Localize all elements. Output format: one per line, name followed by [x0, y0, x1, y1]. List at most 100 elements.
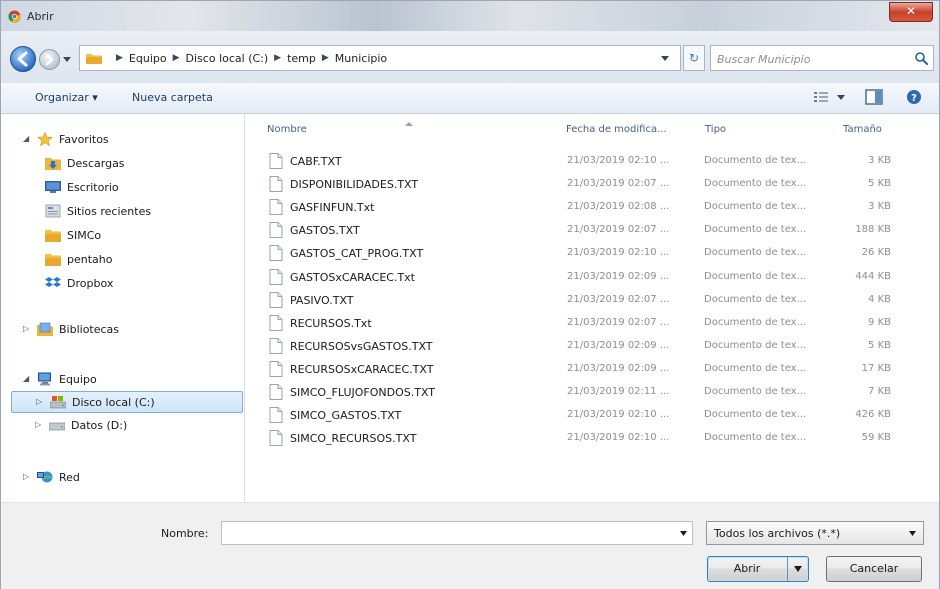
view-options-dropdown-icon[interactable] — [837, 95, 845, 101]
expand-arrow-icon[interactable]: ▷ — [36, 398, 44, 406]
filename-combobox[interactable] — [221, 521, 693, 545]
search-icon[interactable] — [914, 51, 928, 65]
nav-label: Escritorio — [67, 180, 119, 194]
nav-bibliotecas[interactable]: ▷ Bibliotecas — [23, 320, 119, 338]
nav-label: Datos (D:) — [71, 418, 128, 432]
breadcrumb-separator-icon[interactable]: ▶ — [316, 52, 335, 65]
forward-button[interactable] — [39, 49, 60, 70]
chrome-app-icon — [8, 10, 21, 23]
nav-sitios-recientes[interactable]: Sitios recientes — [45, 202, 151, 220]
column-header-type[interactable]: Tipo — [705, 124, 726, 135]
table-row[interactable]: SIMCO_FLUJOFONDOS.TXT 21/03/2019 02:11 ..… — [269, 381, 939, 403]
file-size: 444 KB — [855, 270, 891, 282]
nav-pentaho[interactable]: pentaho — [45, 250, 112, 268]
column-header-date[interactable]: Fecha de modifica... — [566, 124, 667, 135]
nav-equipo[interactable]: ◢ Equipo — [23, 370, 97, 388]
nav-red[interactable]: ▷ Red — [23, 468, 80, 486]
breadcrumb-disco-local[interactable]: Disco local (C:) — [186, 52, 269, 65]
command-bar: Organizar ▾ Nueva carpeta ? — [1, 83, 939, 114]
file-type: Documento de tex... — [704, 224, 807, 236]
help-icon[interactable]: ? — [906, 89, 922, 105]
open-button-label: Abrir — [733, 562, 761, 575]
table-row[interactable]: RECURSOS.Txt 21/03/2019 02:07 ... Document… — [269, 312, 939, 334]
table-row[interactable]: SIMCO_RECURSOS.TXT 21/03/2019 02:10 ... Do… — [269, 427, 939, 449]
file-date: 21/03/2019 02:10 ... — [567, 432, 670, 444]
preview-pane-icon[interactable] — [865, 89, 883, 105]
file-date: 21/03/2019 02:08 ... — [567, 201, 670, 213]
filetype-select[interactable]: Todos los archivos (*.*) — [706, 521, 924, 545]
nav-simco[interactable]: SIMCo — [45, 226, 101, 244]
expand-arrow-icon[interactable]: ▷ — [35, 421, 43, 429]
search-box[interactable] — [710, 45, 934, 71]
navigation-pane: ◢ Favoritos Descargas Escritorio Sitios … — [1, 114, 245, 502]
text-file-icon — [269, 384, 283, 400]
expand-arrow-icon[interactable]: ▷ — [23, 325, 31, 333]
file-date: 21/03/2019 02:11 ... — [567, 386, 670, 397]
file-size: 17 KB — [861, 362, 891, 374]
table-row[interactable]: GASTOS_CAT_PROG.TXT 21/03/2019 02:10 ... D… — [269, 242, 939, 264]
file-size: 5 KB — [868, 178, 891, 190]
chevron-down-icon[interactable] — [680, 531, 687, 536]
folder-icon — [86, 54, 102, 64]
address-bar[interactable]: ▶ Equipo ▶ Disco local (C:) ▶ temp ▶ Mun… — [79, 45, 681, 71]
table-row[interactable]: GASTOSxCARACEC.Txt 21/03/2019 02:09 ... Do… — [269, 266, 939, 288]
window-title: Abrir — [27, 10, 54, 23]
organize-menu[interactable]: Organizar ▾ — [35, 91, 98, 104]
search-input[interactable] — [715, 49, 909, 69]
text-file-icon — [269, 245, 283, 262]
expand-arrow-icon[interactable]: ▷ — [23, 473, 31, 481]
back-button[interactable] — [10, 46, 36, 72]
filename-input[interactable] — [225, 525, 669, 543]
nav-descargas[interactable]: Descargas — [45, 154, 125, 172]
breadcrumb-equipo[interactable]: Equipo — [129, 52, 167, 65]
table-row[interactable]: DISPONIBILIDADES.TXT 21/03/2019 02:07 ...… — [269, 173, 939, 195]
breadcrumb-temp[interactable]: temp — [287, 52, 316, 65]
nav-label: Sitios recientes — [67, 204, 152, 218]
file-size: 4 KB — [868, 293, 891, 305]
nav-datos-d[interactable]: ▷ Datos (D:) — [35, 416, 127, 434]
file-type: Documento de tex... — [704, 293, 807, 305]
open-options-dropdown[interactable] — [787, 557, 808, 581]
table-row[interactable]: RECURSOSxCARACEC.TXT 21/03/2019 02:09 ...… — [269, 358, 939, 380]
file-size: 5 KB — [868, 339, 891, 351]
new-folder-button[interactable]: Nueva carpeta — [132, 91, 213, 104]
nav-escritorio[interactable]: Escritorio — [45, 178, 119, 196]
collapse-arrow-icon[interactable]: ◢ — [23, 375, 31, 383]
open-button[interactable]: Abrir — [707, 556, 809, 582]
nav-favoritos[interactable]: ◢ Favoritos — [23, 130, 109, 148]
text-file-icon — [269, 314, 283, 331]
table-row[interactable]: GASFINFUN.Txt 21/03/2019 02:08 ... Documen… — [269, 196, 939, 218]
star-icon — [37, 132, 53, 146]
breadcrumb-municipio[interactable]: Municipio — [335, 52, 387, 65]
table-row[interactable]: RECURSOSvsGASTOS.TXT 21/03/2019 02:09 ...… — [269, 335, 939, 357]
refresh-button[interactable]: ↻ — [683, 45, 705, 71]
collapse-arrow-icon[interactable]: ◢ — [23, 135, 31, 143]
table-row[interactable]: GASTOS.TXT 21/03/2019 02:07 ... Documento … — [269, 219, 939, 241]
recent-pages-dropdown-icon[interactable] — [63, 55, 71, 63]
file-date: 21/03/2019 02:10 ... — [567, 409, 670, 421]
downloads-folder-icon — [45, 158, 61, 170]
file-name: GASTOS_CAT_PROG.TXT — [290, 247, 424, 261]
address-row: ▶ Equipo ▶ Disco local (C:) ▶ temp ▶ Mun… — [1, 31, 939, 83]
table-row[interactable]: SIMCO_GASTOS.TXT 21/03/2019 02:10 ... Docu… — [269, 404, 939, 426]
file-name: RECURSOS.Txt — [290, 316, 372, 330]
address-history-dropdown-icon[interactable] — [660, 54, 670, 62]
nav-dropbox[interactable]: Dropbox — [45, 274, 113, 292]
close-button[interactable]: ✕ — [889, 2, 933, 22]
drive-icon — [49, 422, 65, 431]
breadcrumb-separator-icon[interactable]: ▶ — [268, 52, 287, 65]
svg-text:?: ? — [911, 93, 917, 104]
open-file-dialog: Abrir ✕ ▶ Equipo ▶ Disco local (C:) ▶ te… — [0, 0, 940, 589]
table-row[interactable]: PASIVO.TXT 21/03/2019 02:07 ... Documento … — [269, 289, 939, 311]
column-header-size[interactable]: Tamaño — [843, 124, 882, 135]
filetype-value: Todos los archivos (*.*) — [714, 527, 841, 540]
breadcrumb-separator-icon[interactable]: ▶ — [167, 52, 186, 65]
table-row[interactable]: CABF.TXT 21/03/2019 02:10 ... Documento de… — [269, 150, 939, 172]
nav-disco-local-c[interactable]: ▷ Disco local (C:) — [11, 391, 243, 413]
cancel-button[interactable]: Cancelar — [826, 556, 922, 582]
text-file-icon — [269, 153, 283, 169]
change-view-icon[interactable] — [813, 89, 829, 105]
column-header-name[interactable]: Nombre — [267, 122, 413, 135]
file-name: CABF.TXT — [290, 155, 342, 168]
title-bar[interactable]: Abrir ✕ — [1, 1, 939, 31]
